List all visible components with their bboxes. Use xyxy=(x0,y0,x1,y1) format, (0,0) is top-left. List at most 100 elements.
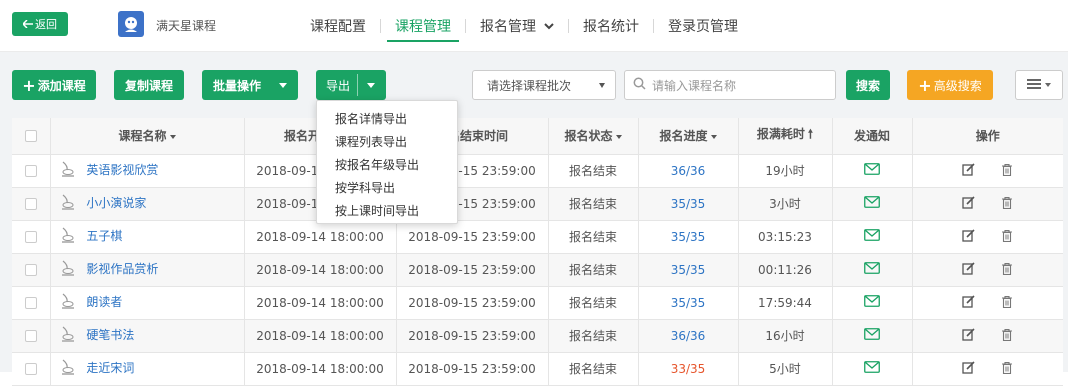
add-course-button[interactable]: + 添加课程 xyxy=(12,70,96,100)
mail-icon[interactable] xyxy=(864,229,880,244)
export-menu-item[interactable]: 按报名年级导出 xyxy=(317,153,457,176)
trash-icon[interactable] xyxy=(1001,229,1013,245)
nav-label: 报名管理 xyxy=(480,19,536,35)
nav-enroll-manage[interactable]: 报名管理 xyxy=(466,0,568,52)
trash-icon[interactable] xyxy=(1001,163,1013,179)
course-thumbnail-icon xyxy=(59,193,77,214)
row-checkbox-cell[interactable] xyxy=(12,286,51,320)
progress-value: 35/35 xyxy=(670,229,706,244)
notify-cell xyxy=(832,352,913,386)
mail-icon[interactable] xyxy=(864,361,880,376)
edit-icon[interactable] xyxy=(962,228,975,245)
edit-icon[interactable] xyxy=(962,162,975,179)
course-batch-select[interactable]: 请选择课程批次 xyxy=(472,70,616,100)
nav-label: 报名统计 xyxy=(583,19,639,35)
edit-icon[interactable] xyxy=(962,360,975,377)
table-header-row: 课程名称 报名开始时间 报名结束时间 报名状态 报名进度 报满耗时🠕 发通知 操… xyxy=(12,118,1063,155)
trash-icon[interactable] xyxy=(1001,295,1013,311)
nav-course-config[interactable]: 课程配置 xyxy=(296,0,380,52)
start-time-cell: 2018-09-14 18:00:00 xyxy=(244,319,397,353)
export-label: 导出 xyxy=(326,78,351,93)
course-name-link[interactable]: 走近宋词 xyxy=(86,361,134,375)
header-duration[interactable]: 报满耗时 🠕 xyxy=(738,118,833,155)
header-label: 报名进度 xyxy=(659,129,708,144)
edit-icon[interactable] xyxy=(962,261,975,278)
row-checkbox-cell[interactable] xyxy=(12,154,51,188)
advanced-search-button[interactable]: + 高级搜索 xyxy=(907,70,993,100)
progress-value: 33/35 xyxy=(670,361,706,376)
status-cell: 报名结束 xyxy=(548,319,639,353)
course-name-link[interactable]: 英语影视欣赏 xyxy=(86,163,158,177)
edit-icon[interactable] xyxy=(962,327,975,344)
sort-caret-icon xyxy=(169,134,176,139)
row-checkbox[interactable] xyxy=(24,198,37,210)
row-checkbox[interactable] xyxy=(24,297,37,309)
progress-cell: 36/36 xyxy=(638,154,739,188)
trash-icon[interactable] xyxy=(1001,196,1013,212)
progress-cell: 35/35 xyxy=(638,286,739,320)
nav-login-page-manage[interactable]: 登录页管理 xyxy=(654,0,752,52)
course-name-link[interactable]: 小小演说家 xyxy=(86,196,146,210)
mail-icon[interactable] xyxy=(864,262,880,277)
trash-icon[interactable] xyxy=(1001,361,1013,377)
copy-course-button[interactable]: 复制课程 xyxy=(114,70,184,100)
row-checkbox-cell[interactable] xyxy=(12,187,51,221)
select-all-checkbox[interactable] xyxy=(24,130,37,143)
table-row: 硬笔书法 2018-09-14 18:00:00 2018-09-15 23:5… xyxy=(12,319,1063,353)
row-checkbox[interactable] xyxy=(24,165,37,177)
course-name-link[interactable]: 朗读者 xyxy=(86,295,122,309)
export-menu-item[interactable]: 按上课时间导出 xyxy=(317,199,457,222)
table-row: 走近宋词 2018-09-14 18:00:00 2018-09-15 23:5… xyxy=(12,352,1063,386)
search-label: 搜索 xyxy=(855,78,880,93)
nav-enroll-stats[interactable]: 报名统计 xyxy=(569,0,653,52)
row-checkbox-cell[interactable] xyxy=(12,253,51,287)
course-name-search-input[interactable]: 请输入课程名称 xyxy=(624,70,836,100)
caret-down-icon[interactable] xyxy=(367,83,375,88)
batch-operation-button[interactable]: 批量操作 xyxy=(202,70,298,100)
row-checkbox[interactable] xyxy=(24,264,37,276)
row-checkbox[interactable] xyxy=(24,231,37,243)
top-navbar: 返回 满天星课程 课程配置 课程管理 报名管理 报名统计 登录页管理 xyxy=(0,0,1068,52)
course-name-link[interactable]: 五子棋 xyxy=(86,229,122,243)
row-checkbox[interactable] xyxy=(24,363,37,375)
start-time-cell: 2018-09-14 18:00:00 xyxy=(244,352,397,386)
export-dropdown-menu: 报名详情导出 课程列表导出 按报名年级导出 按学科导出 按上课时间导出 xyxy=(316,100,458,224)
header-label: 发通知 xyxy=(853,129,890,144)
export-button[interactable]: 导出 xyxy=(316,70,386,100)
trash-icon[interactable] xyxy=(1001,328,1013,344)
edit-icon[interactable] xyxy=(962,195,975,212)
course-name-link[interactable]: 硬笔书法 xyxy=(86,328,134,342)
row-checkbox-cell[interactable] xyxy=(12,220,51,254)
course-name-link[interactable]: 影视作品赏析 xyxy=(86,262,158,276)
trash-icon[interactable] xyxy=(1001,262,1013,278)
search-placeholder: 请输入课程名称 xyxy=(652,78,737,93)
mail-icon[interactable] xyxy=(864,163,880,178)
header-status[interactable]: 报名状态 xyxy=(548,118,639,155)
nav-label: 课程配置 xyxy=(310,19,366,35)
mail-icon[interactable] xyxy=(864,328,880,343)
export-menu-item[interactable]: 按学科导出 xyxy=(317,176,457,199)
column-menu-button[interactable] xyxy=(1015,70,1063,100)
search-button[interactable]: 搜索 xyxy=(846,70,890,100)
row-checkbox-cell[interactable] xyxy=(12,352,51,386)
export-menu-item[interactable]: 课程列表导出 xyxy=(317,130,457,153)
nav-course-manage[interactable]: 课程管理 xyxy=(381,0,465,52)
mail-icon[interactable] xyxy=(864,196,880,211)
plus-icon: + xyxy=(918,75,932,95)
edit-icon[interactable] xyxy=(962,294,975,311)
actions-cell xyxy=(912,154,1063,188)
header-course-name[interactable]: 课程名称 xyxy=(50,118,245,155)
end-time-cell: 2018-09-15 23:59:00 xyxy=(396,253,549,287)
row-checkbox[interactable] xyxy=(24,330,37,342)
course-thumbnail-icon xyxy=(59,259,77,280)
row-checkbox-cell[interactable] xyxy=(12,319,51,353)
back-button[interactable]: 返回 xyxy=(12,12,68,36)
copy-course-label: 复制课程 xyxy=(124,78,173,93)
header-progress[interactable]: 报名进度 xyxy=(638,118,739,155)
caret-down-icon xyxy=(599,83,605,88)
notify-cell xyxy=(832,319,913,353)
duration-cell: 5小时 xyxy=(738,352,833,386)
mail-icon[interactable] xyxy=(864,295,880,310)
export-menu-item[interactable]: 报名详情导出 xyxy=(317,107,457,130)
select-all-checkbox-cell[interactable] xyxy=(12,118,51,155)
